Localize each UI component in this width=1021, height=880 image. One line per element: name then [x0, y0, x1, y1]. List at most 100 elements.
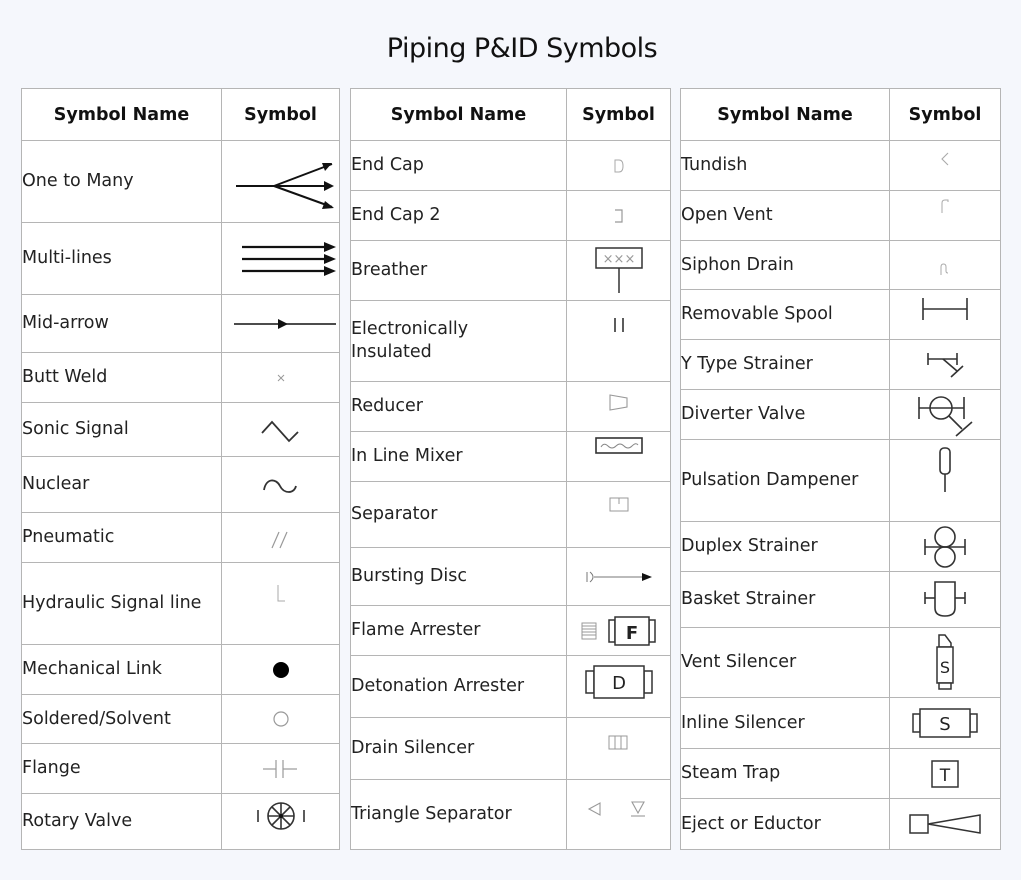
vent-silencer-glyph: S [940, 658, 950, 677]
symbol-name: Electronically Insulated [350, 300, 567, 382]
symbol-name: Flange [21, 743, 222, 794]
header-symbol-name: Symbol Name [350, 88, 567, 141]
symbol-name: Drain Silencer [350, 717, 567, 780]
flange-icon [262, 759, 297, 778]
multi-lines-icon [241, 241, 336, 276]
symbol-name: Duplex Strainer [680, 521, 890, 572]
symbol-name: Sonic Signal [21, 402, 222, 457]
inline-silencer-glyph: S [939, 714, 950, 735]
y-type-strainer-icon [927, 352, 964, 378]
table-row: Pneumatic [21, 512, 340, 563]
symbol-name: Hydraulic Signal line [21, 562, 222, 645]
symbol-name: Breather [350, 240, 567, 301]
symbol-name: Diverter Valve [680, 389, 890, 440]
table-row: Bursting Disc [350, 547, 671, 606]
header-row: Symbol Name Symbol [680, 88, 1001, 141]
symbol-name: Inline Silencer [680, 697, 890, 749]
header-symbol-name: Symbol Name [680, 88, 890, 141]
table-row: Soldered/Solvent [21, 694, 340, 744]
table-row: Steam Trap T [680, 748, 1001, 799]
table-row: Open Vent [680, 190, 1001, 241]
table-row: In Line Mixer [350, 431, 671, 482]
flame-arrester-glyph: F [625, 623, 637, 644]
butt-weld-icon [277, 374, 284, 381]
electronically-insulated-icon [613, 318, 624, 332]
symbol-name: Pneumatic [21, 512, 222, 563]
mid-arrow-icon [233, 318, 336, 329]
one-to-many-icon [235, 162, 334, 209]
symbol-name: Rotary Valve [21, 793, 222, 850]
soldered-solvent-icon [272, 711, 289, 727]
symbol-name: Triangle Separator [350, 779, 567, 850]
header-row: Symbol Name Symbol [21, 88, 340, 141]
reducer-icon [608, 394, 628, 411]
separator-icon [609, 497, 628, 512]
symbol-name: Detonation Arrester [350, 655, 567, 718]
rotary-valve-icon [256, 802, 305, 830]
vent-silencer-icon: S [936, 633, 954, 690]
siphon-drain-icon [940, 263, 949, 275]
symbol-name: Reducer [350, 381, 567, 432]
breather-icon: ××× [594, 247, 643, 293]
steam-trap-icon: T [931, 759, 959, 788]
symbol-name: Nuclear [21, 456, 222, 513]
symbol-name: Separator [350, 481, 567, 548]
symbol-name: Eject or Eductor [680, 798, 890, 850]
header-symbol: Symbol [566, 88, 671, 141]
end-cap-2-icon [614, 208, 623, 223]
table-row: Breather ××× [350, 240, 671, 301]
breather-glyph: ××× [602, 252, 635, 267]
end-cap-icon [614, 159, 624, 172]
basket-strainer-icon [924, 580, 966, 617]
table-row: Inline Silencer S [680, 697, 1001, 749]
header-symbol-name: Symbol Name [21, 88, 222, 141]
symbol-name: One to Many [21, 140, 222, 223]
page-title: Piping P&ID Symbols [386, 33, 658, 64]
symbol-name: Pulsation Dampener [680, 439, 890, 522]
header-symbol: Symbol [221, 88, 340, 141]
table-row: Sonic Signal [21, 402, 340, 457]
table-row: Vent Silencer S [680, 627, 1001, 698]
symbol-name: Mid-arrow [21, 294, 222, 353]
symbol-table-1: Symbol Name Symbol One to Many Multi-lin… [21, 88, 340, 850]
open-vent-icon [941, 199, 949, 213]
table-row: Nuclear [21, 456, 340, 513]
symbol-name: Y Type Strainer [680, 339, 890, 390]
table-row: Mid-arrow [21, 294, 340, 353]
header-symbol: Symbol [889, 88, 1001, 141]
table-row: Y Type Strainer [680, 339, 1001, 390]
header-row: Symbol Name Symbol [350, 88, 671, 141]
symbol-name: End Cap 2 [350, 190, 567, 241]
symbol-name: Vent Silencer [680, 627, 890, 698]
table-row: Removable Spool [680, 289, 1001, 340]
symbol-table-2: Symbol Name Symbol End Cap End Cap 2 Bre… [350, 88, 671, 850]
table-row: Detonation Arrester D [350, 655, 671, 718]
bursting-disc-icon [586, 571, 652, 582]
detonation-arrester-glyph: D [612, 673, 626, 694]
inline-silencer-icon: S [912, 708, 978, 738]
table-row: Hydraulic Signal line [21, 562, 340, 645]
table-row: Flange [21, 743, 340, 794]
eject-or-eductor-icon [909, 814, 981, 834]
symbol-name: Flame Arrester [350, 605, 567, 656]
table-row: Eject or Eductor [680, 798, 1001, 850]
table-row: Mechanical Link [21, 644, 340, 695]
table-row: Electronically Insulated [350, 300, 671, 382]
symbol-name: In Line Mixer [350, 431, 567, 482]
flame-arrester-icon: F [581, 615, 656, 646]
triangle-separator-icon [587, 801, 645, 817]
detonation-arrester-icon: D [584, 665, 653, 699]
symbol-name: End Cap [350, 140, 567, 191]
table-row: Duplex Strainer [680, 521, 1001, 572]
table-row: Siphon Drain [680, 240, 1001, 290]
table-row: Separator [350, 481, 671, 548]
hydraulic-signal-line-icon [277, 585, 285, 602]
table-row: Triangle Separator [350, 779, 671, 850]
drain-silencer-icon [608, 735, 627, 750]
table-row: Reducer [350, 381, 671, 432]
symbol-name: Mechanical Link [21, 644, 222, 695]
symbol-name: Multi-lines [21, 222, 222, 295]
symbol-name: Removable Spool [680, 289, 890, 340]
table-row: Tundish [680, 140, 1001, 191]
diverter-valve-icon [918, 395, 973, 437]
